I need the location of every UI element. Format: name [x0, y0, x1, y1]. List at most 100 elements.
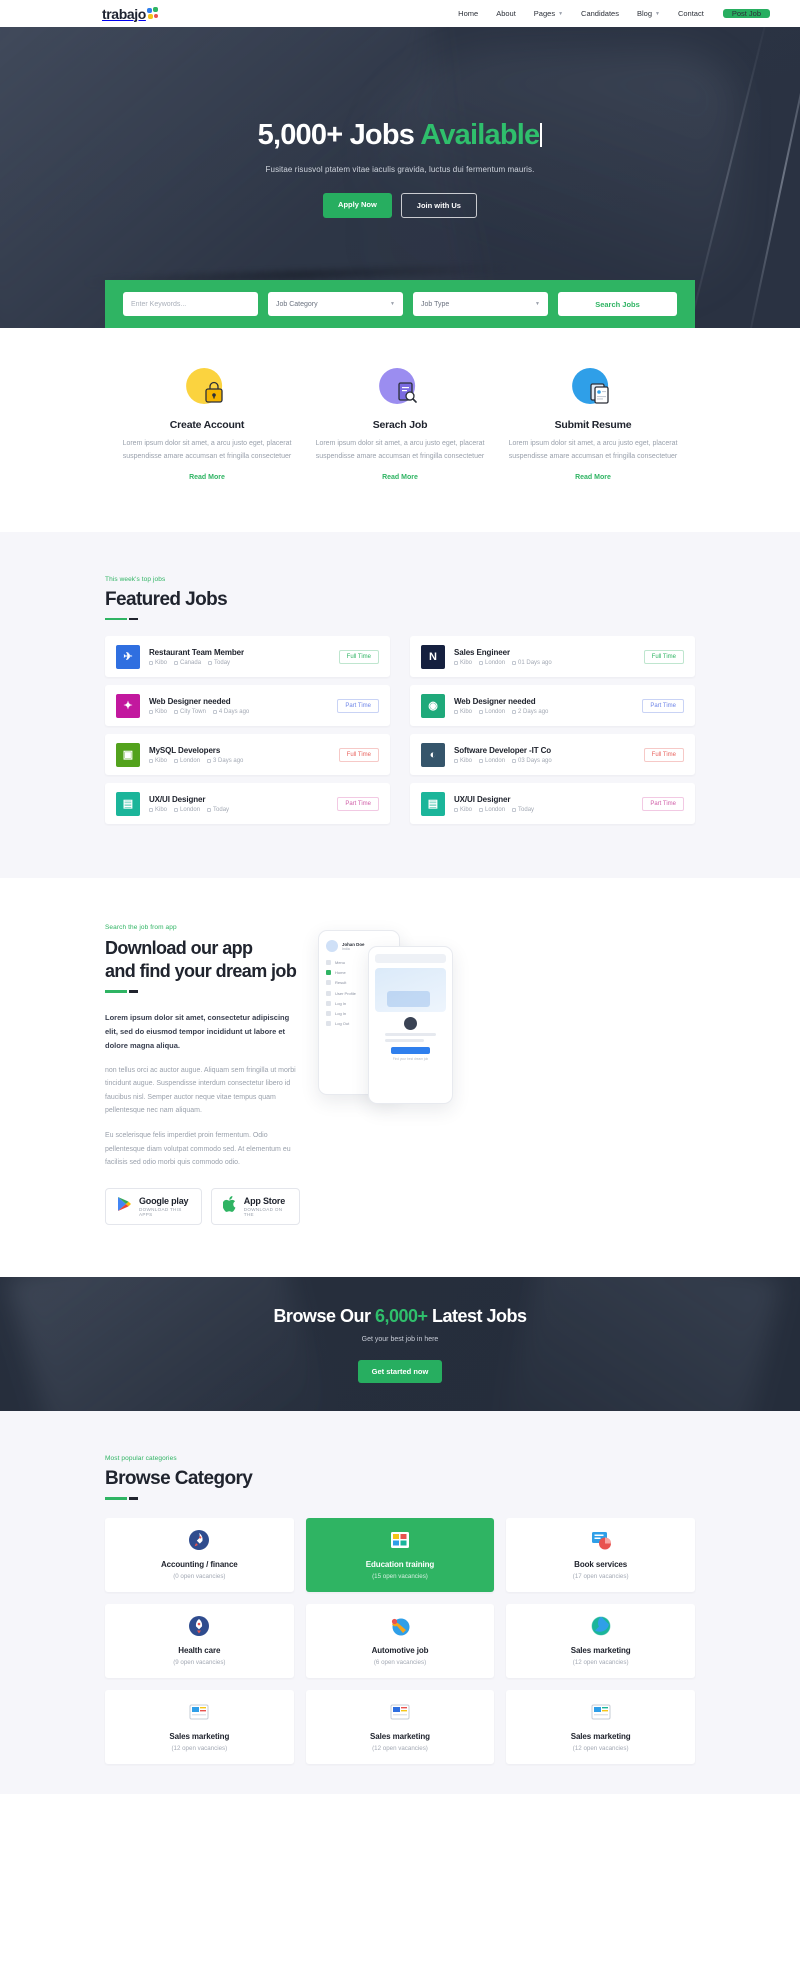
job-category-select[interactable]: Job Category ▼ — [268, 292, 403, 316]
job-location: London — [479, 758, 505, 764]
category-card-sales-marketing-4[interactable]: Sales marketing (12 open vacancies) — [506, 1689, 695, 1764]
job-posted: 2 Days ago — [512, 709, 548, 715]
read-more-link[interactable]: Read More — [189, 474, 225, 481]
nav-item-home[interactable]: Home — [449, 9, 487, 18]
category-card-automotive-job[interactable]: Automotive job (6 open vacancies) — [305, 1603, 495, 1678]
app-body-paragraph-1: non tellus orci ac auctor augue. Aliquam… — [105, 1066, 296, 1115]
job-card[interactable]: ▤ UX/UI Designer Kibo London Today Part … — [105, 783, 390, 825]
category-card-sales-marketing-3[interactable]: Sales marketing (12 open vacancies) — [305, 1689, 495, 1764]
category-card-health-care[interactable]: Health care (9 open vacancies) — [105, 1603, 294, 1678]
bookchart-icon — [590, 1529, 612, 1551]
job-info: Restaurant Team Member Kibo Canada Today — [149, 648, 330, 666]
company-logo-icon: ✈ — [116, 644, 140, 669]
job-search-bar: Job Category ▼ Job Type ▼ Search Jobs — [105, 280, 695, 328]
job-card[interactable]: ✈ Restaurant Team Member Kibo Canada Tod… — [105, 636, 390, 678]
search-jobs-button[interactable]: Search Jobs — [558, 292, 677, 316]
job-meta: Kibo London Today — [149, 807, 328, 813]
nav-item-blog[interactable]: Blog ▼ — [628, 9, 669, 18]
apply-now-button[interactable]: Apply Now — [323, 192, 392, 218]
read-more-link[interactable]: Read More — [382, 474, 418, 481]
chevron-down-icon: ▼ — [390, 301, 395, 307]
job-title: Web Designer needed — [149, 696, 231, 706]
company-logo-icon: ▤ — [421, 791, 445, 816]
nav-item-candidates[interactable]: Candidates — [572, 9, 628, 18]
category-name: Education training — [365, 1560, 435, 1570]
job-title: Restaurant Team Member — [149, 647, 245, 657]
building-icon — [454, 709, 458, 714]
page-root: trabajo Home About Pages ▼ Candidates Blo… — [0, 0, 800, 1794]
read-more-link[interactable]: Read More — [575, 474, 611, 481]
nav-links: Home About Pages ▼ Candidates Blog ▼ Conta… — [449, 9, 770, 18]
pin-icon — [174, 709, 179, 714]
app-store-button[interactable]: App Store DOWNLOAD ON THE — [210, 1188, 300, 1226]
feature-title: Serach Job — [372, 419, 428, 431]
job-info: Web Designer needed Kibo City Town 4 Day… — [149, 697, 328, 715]
job-category-value: Job Category — [276, 300, 318, 308]
clock-icon — [512, 758, 517, 763]
pin-icon — [174, 660, 179, 665]
building-icon — [454, 660, 458, 665]
get-started-button[interactable]: Get started now — [357, 1359, 443, 1383]
job-meta: Kibo London Today — [454, 807, 633, 813]
job-type-badge: Part Time — [337, 796, 379, 811]
feature-icon-wrap — [509, 366, 678, 414]
nav-label: Pages — [533, 9, 556, 18]
section-eyebrow: Search the job from app — [105, 924, 177, 932]
browse-category-section: Most popular categories Browse Category … — [0, 1411, 800, 1794]
post-job-button[interactable]: Post Job — [722, 9, 770, 18]
nav-item-contact[interactable]: Contact — [669, 9, 713, 18]
result-icon — [326, 980, 331, 986]
rocket-icon — [188, 1615, 210, 1637]
category-card-sales-marketing-2[interactable]: Sales marketing (12 open vacancies) — [105, 1689, 294, 1764]
category-vacancies: (15 open vacancies) — [372, 1573, 428, 1581]
clock-icon — [207, 807, 212, 812]
job-type-badge: Full Time — [643, 649, 684, 664]
feature-text: Lorem ipsum dolor sit amet, a arcu justo… — [508, 440, 678, 460]
job-card[interactable]: ◉ Web Designer needed Kibo London 2 Days… — [410, 685, 695, 727]
company-logo-icon: N — [421, 644, 445, 669]
nav-label: Blog — [636, 9, 652, 18]
top-navigation: trabajo Home About Pages ▼ Candidates Blo… — [0, 0, 800, 27]
job-posted: Today — [208, 660, 230, 666]
pin-icon — [174, 807, 179, 812]
job-company: Kibo — [454, 758, 472, 764]
job-card[interactable]: ▣ MySQL Developers Kibo London 3 Days ag… — [105, 734, 390, 776]
nav-label: Candidates — [581, 9, 619, 18]
hero-title: 5,000+ Jobs Available — [0, 119, 800, 152]
google-play-icon — [117, 1196, 132, 1217]
job-type-value: Job Type — [421, 300, 450, 308]
job-posted: 4 Days ago — [212, 709, 249, 715]
category-card-education-training[interactable]: Education training (15 open vacancies) — [305, 1517, 495, 1592]
job-card[interactable]: ✦ Web Designer needed Kibo City Town 4 D… — [105, 685, 390, 727]
apple-icon — [222, 1196, 237, 1217]
job-card[interactable]: ▤ UX/UI Designer Kibo London Today Part … — [410, 783, 695, 825]
building-icon — [149, 709, 153, 714]
job-meta: Kibo London 3 Days ago — [149, 758, 330, 764]
nav-item-pages[interactable]: Pages ▼ — [525, 9, 572, 18]
job-type-select[interactable]: Job Type ▼ — [413, 292, 548, 316]
cta-title-pre: Browse Our — [273, 1305, 375, 1326]
job-card[interactable]: N Sales Engineer Kibo London 01 Days ago… — [410, 636, 695, 678]
phone-caption: Find your best dream job — [392, 1057, 429, 1062]
join-with-us-button[interactable]: Join with Us — [400, 192, 477, 218]
google-play-button[interactable]: Google play DOWNLOAD THIS APPS — [105, 1188, 202, 1226]
job-posted: 03 Days ago — [512, 758, 552, 764]
hero-title-plain: 5,000+ Jobs — [257, 119, 421, 151]
category-card-accounting-finance[interactable]: Accounting / finance (0 open vacancies) — [105, 1517, 294, 1592]
category-card-book-services[interactable]: Book services (17 open vacancies) — [506, 1517, 695, 1592]
category-vacancies: (12 open vacancies) — [372, 1745, 428, 1753]
pin-icon — [479, 660, 484, 665]
category-card-sales-marketing-1[interactable]: Sales marketing (12 open vacancies) — [506, 1603, 695, 1678]
job-info: UX/UI Designer Kibo London Today — [454, 795, 633, 813]
search-keyword-input[interactable] — [123, 292, 258, 316]
nav-item-about[interactable]: About — [487, 9, 525, 18]
logo[interactable]: trabajo — [102, 6, 160, 22]
job-company: Kibo — [454, 807, 472, 813]
app-title-line2: and find your dream job — [105, 961, 297, 982]
job-type-badge: Full Time — [338, 649, 379, 664]
pin-icon — [174, 758, 179, 763]
job-card[interactable]: ◐ Software Developer -IT Co Kibo London … — [410, 734, 695, 776]
logo-mark-icon — [146, 7, 160, 20]
lock-icon — [203, 380, 225, 409]
clock-icon — [512, 807, 517, 812]
